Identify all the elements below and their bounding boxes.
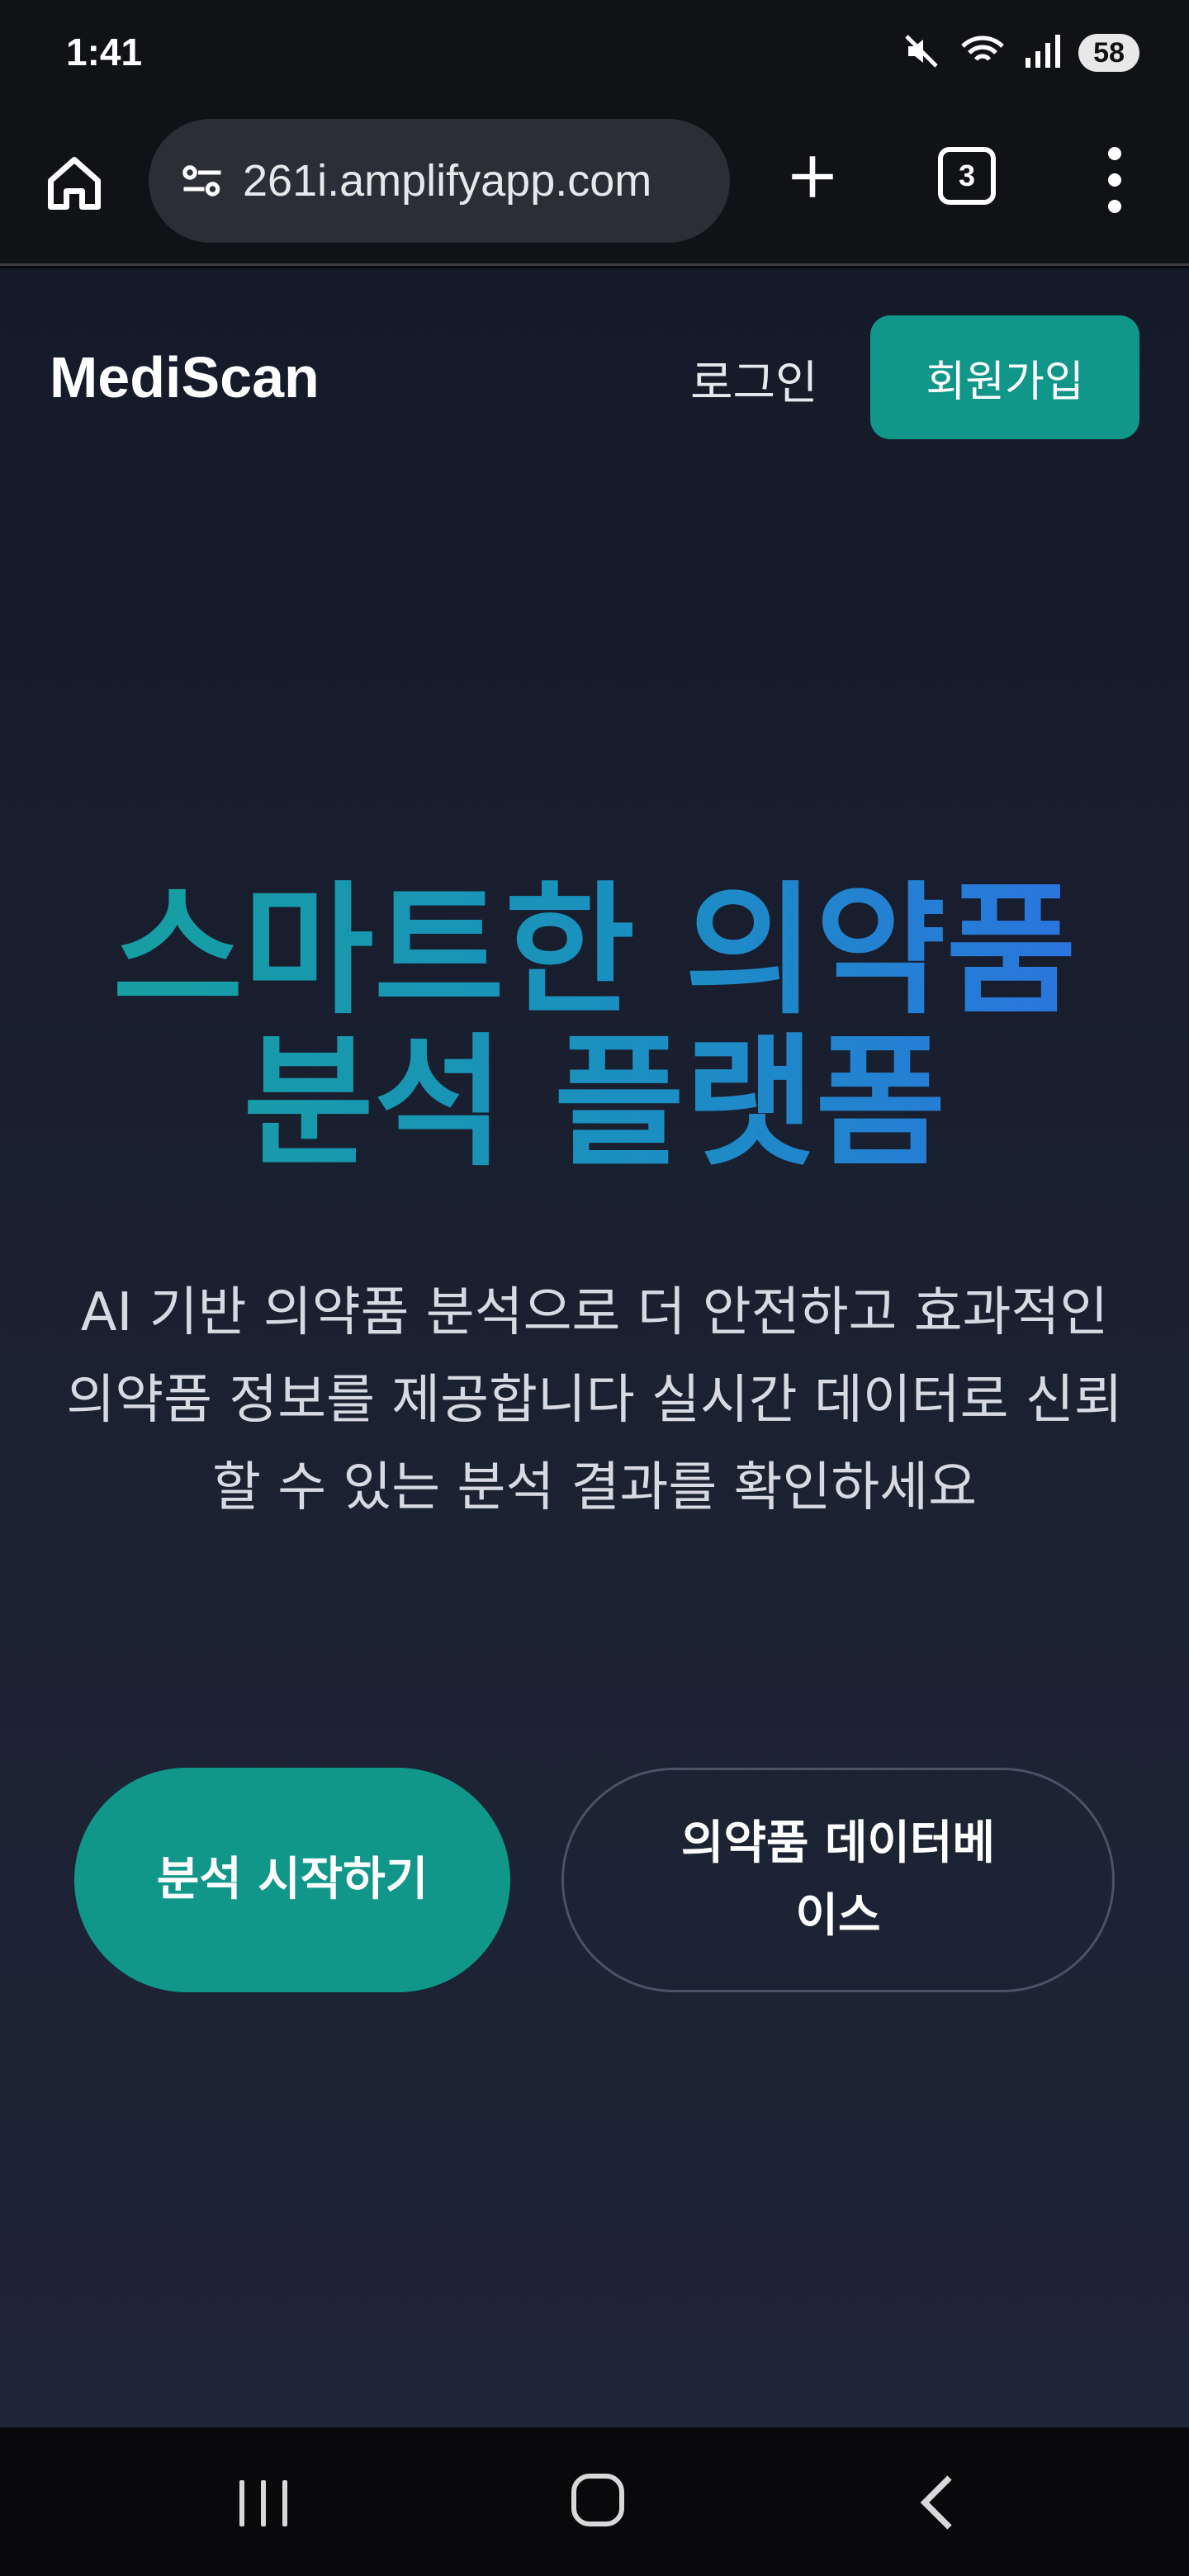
login-link[interactable]: 로그인 bbox=[690, 346, 818, 413]
web-page: MediScan 로그인 회원가입 스마트한 의약품 분석 플랫폼 AI 기반 … bbox=[0, 268, 1189, 2427]
url-text: 261i.amplifyapp.com bbox=[243, 156, 652, 206]
system-nav-bar bbox=[0, 2427, 1189, 2576]
tune-icon[interactable] bbox=[173, 156, 231, 206]
back-icon[interactable] bbox=[917, 2474, 958, 2535]
home-icon bbox=[48, 157, 101, 210]
address-bar[interactable]: 261i.amplifyapp.com bbox=[149, 119, 730, 243]
signup-button[interactable]: 회원가입 bbox=[870, 315, 1139, 439]
site-logo[interactable]: MediScan bbox=[50, 344, 320, 410]
drug-database-button[interactable]: 의약품 데이터베이스 bbox=[561, 1768, 1115, 1992]
home-button[interactable] bbox=[40, 149, 109, 218]
home-circle-icon[interactable] bbox=[571, 2474, 624, 2526]
wifi-icon bbox=[959, 31, 1006, 74]
signal-icon bbox=[1024, 31, 1061, 74]
new-tab-button[interactable] bbox=[779, 144, 846, 210]
browser-toolbar: 261i.amplifyapp.com 3 bbox=[0, 111, 1189, 266]
hero-title-line2: 분석 플랫폼 bbox=[243, 1020, 946, 1186]
hero-description: AI 기반 의약품 분석으로 더 안전하고 효과적인 의약품 정보를 제공합니다… bbox=[66, 1282, 1123, 1518]
hero-title: 스마트한 의약품 분석 플랫폼 bbox=[0, 875, 1189, 1179]
more-vert-icon[interactable] bbox=[1090, 140, 1139, 220]
recents-icon[interactable] bbox=[239, 2480, 287, 2526]
status-bar: 1:41 58 bbox=[0, 0, 1189, 111]
mute-icon bbox=[902, 31, 941, 74]
tab-switcher-button[interactable]: 3 bbox=[938, 147, 996, 205]
status-icons: 58 bbox=[902, 28, 1139, 78]
plus-icon bbox=[792, 156, 833, 197]
start-analysis-button[interactable]: 분석 시작하기 bbox=[74, 1768, 510, 1992]
status-time: 1:41 bbox=[66, 31, 143, 73]
hero-title-line1: 스마트한 의약품 bbox=[112, 868, 1077, 1034]
battery-indicator: 58 bbox=[1078, 34, 1139, 72]
